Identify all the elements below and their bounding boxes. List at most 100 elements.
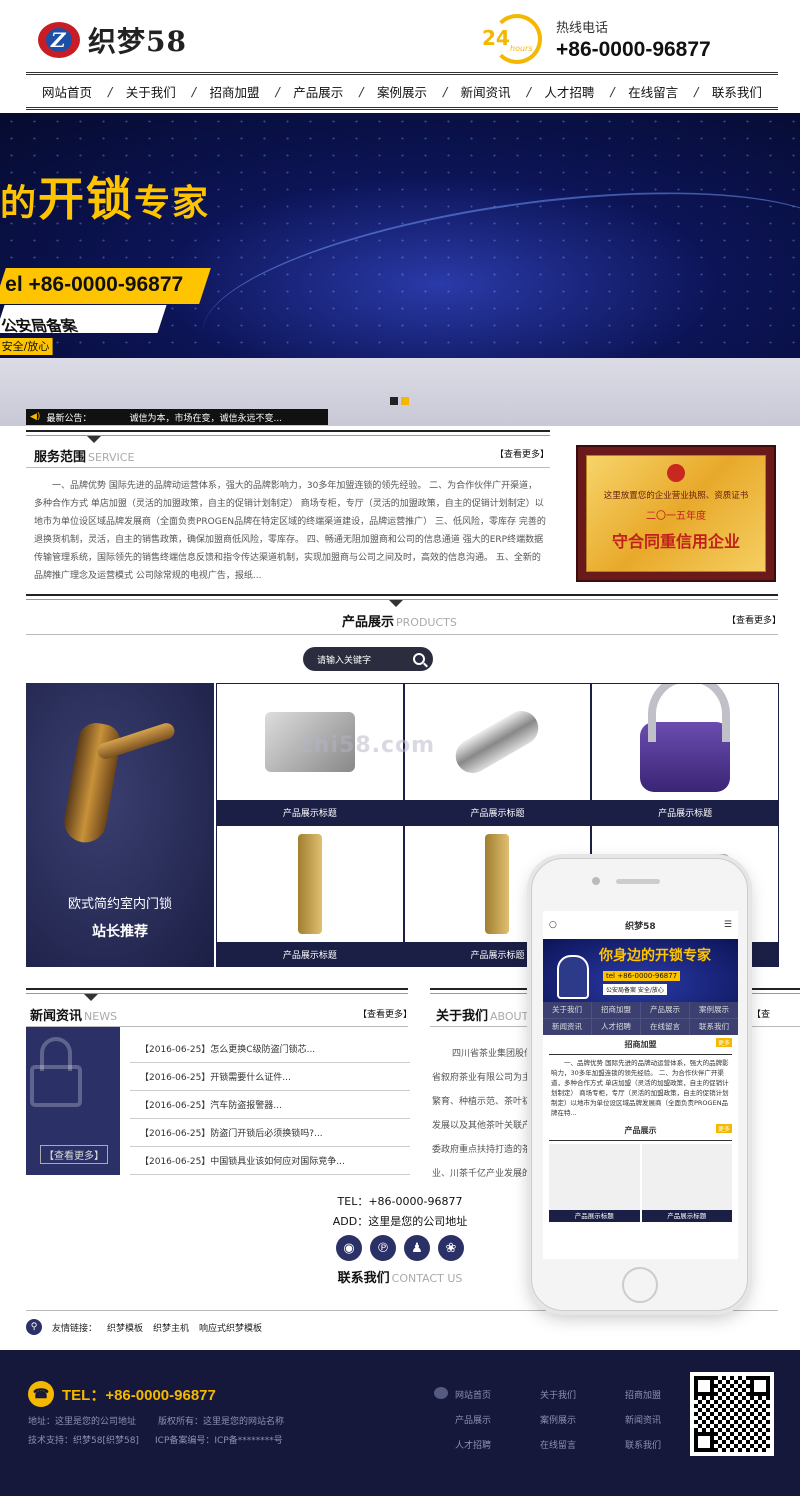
notice-text[interactable]: 诚信为本，市场在变，诚信永远不变... bbox=[129, 411, 282, 424]
link-icon: ⚲ bbox=[26, 1319, 42, 1335]
friend-link[interactable]: 织梦模板 bbox=[107, 1321, 143, 1334]
mobile-nav-item[interactable]: 招商加盟 bbox=[592, 1002, 640, 1018]
home-button[interactable] bbox=[622, 1267, 658, 1303]
news-item[interactable]: 【2016-06-25】汽车防盗报警器... bbox=[130, 1091, 410, 1119]
slider-dot[interactable] bbox=[390, 397, 398, 405]
footer-link[interactable]: 在线留言 bbox=[518, 1438, 603, 1451]
hotline-label: 热线电话 bbox=[556, 20, 609, 36]
news-item[interactable]: 【2016-06-25】防盗门开锁后必须换锁吗?... bbox=[130, 1119, 410, 1147]
mobile-nav-item[interactable]: 在线留言 bbox=[641, 1019, 689, 1035]
contact-block: TEL：+86-0000-96877 ADD：这里是您的公司地址 ◉ ℗ ♟ ❀… bbox=[300, 1193, 500, 1286]
nav-news[interactable]: 新闻资讯 / bbox=[461, 82, 531, 101]
nav-franchise[interactable]: 招商加盟 / bbox=[209, 82, 279, 101]
footer-address: 地址：这里是您的公司地址 bbox=[28, 1417, 137, 1427]
phone-icon: ☎ bbox=[28, 1381, 54, 1407]
featured-title: 欧式简约室内门锁 bbox=[67, 897, 172, 912]
footer-link[interactable]: 新闻资讯 bbox=[603, 1413, 688, 1426]
friend-link[interactable]: 织梦主机 bbox=[153, 1321, 189, 1334]
mobile-nav-item[interactable]: 产品展示 bbox=[641, 1002, 689, 1018]
mobile-product-card[interactable]: 产品展示标题 bbox=[549, 1144, 640, 1222]
news-side-more[interactable]: 【查看更多】 bbox=[40, 1145, 108, 1164]
news-more-link[interactable]: 【查看更多】 bbox=[358, 1007, 412, 1020]
friend-link[interactable]: 响应式织梦模板 bbox=[199, 1321, 262, 1334]
service-more-link[interactable]: 【查看更多】 bbox=[495, 447, 549, 460]
nav-cases[interactable]: 案例展示 / bbox=[377, 82, 447, 101]
footer-tech: 技术支持：织梦58[织梦58] bbox=[28, 1436, 139, 1446]
slider-dots bbox=[390, 397, 409, 405]
clock-24h-icon: 24 hours bbox=[482, 10, 548, 68]
product-search[interactable]: 请输入关键字 bbox=[303, 647, 433, 671]
contact-tel: TEL：+86-0000-96877 bbox=[337, 1195, 463, 1208]
weibo-icon[interactable]: ◉ bbox=[336, 1235, 362, 1261]
product-image bbox=[297, 834, 322, 934]
search-input[interactable]: 请输入关键字 bbox=[317, 653, 371, 666]
mobile-product-card[interactable]: 产品展示标题 bbox=[641, 1144, 732, 1222]
products-heading: 产品展示 PRODUCTS bbox=[342, 615, 457, 630]
camera-icon bbox=[592, 877, 600, 885]
mobile-nav-item[interactable]: 新闻资讯 bbox=[543, 1019, 591, 1035]
footer-link[interactable]: 联系我们 bbox=[603, 1438, 688, 1451]
divider bbox=[26, 634, 778, 635]
logo-text: 织梦58 bbox=[88, 25, 187, 58]
product-card[interactable]: 产品展示标题 bbox=[217, 826, 403, 966]
watermark: zhi58.com bbox=[300, 733, 436, 758]
footer-copyright: 版权所有：这里是您的网站名称 bbox=[158, 1417, 285, 1427]
news-item[interactable]: 【2016-06-25】开锁需要什么证件... bbox=[130, 1063, 410, 1091]
mobile-nav-item[interactable]: 案例展示 bbox=[690, 1002, 738, 1018]
mobile-nav-item[interactable]: 关于我们 bbox=[543, 1002, 591, 1018]
footer-link[interactable]: 招商加盟 bbox=[603, 1388, 688, 1401]
main-nav: 网站首页 / 关于我们 / 招商加盟 / 产品展示 / 案例展示 / 新闻资讯 / 人才招聘… bbox=[26, 72, 778, 110]
footer: ☎ TEL：+86-0000-96877 地址：这里是您的公司地址 版权所有：这… bbox=[0, 1350, 800, 1496]
qr-code-image bbox=[690, 1372, 774, 1456]
logo[interactable]: Z 织梦58 bbox=[38, 20, 187, 60]
service-heading: 服务范围 SERVICE bbox=[34, 450, 135, 465]
footer-link[interactable]: 关于我们 bbox=[518, 1388, 603, 1401]
emblem-icon bbox=[667, 464, 685, 482]
qq-icon[interactable]: ♟ bbox=[404, 1235, 430, 1261]
mobile-nav-item[interactable]: 联系我们 bbox=[690, 1019, 738, 1035]
about-more-link[interactable]: 【查 bbox=[752, 1007, 770, 1020]
footer-link[interactable]: 产品展示 bbox=[433, 1413, 518, 1426]
pinterest-icon[interactable]: ℗ bbox=[370, 1235, 396, 1261]
mobile-preview: ○ 织梦58 ☰ 你身边的开锁专家 tel +86-0000-96877 公安局… bbox=[531, 858, 748, 1311]
hotline-number: +86-0000-96877 bbox=[556, 37, 711, 61]
divider bbox=[26, 467, 550, 468]
mobile-search-icon[interactable]: ○ bbox=[549, 920, 557, 930]
product-card[interactable]: 产品展示标题 bbox=[592, 684, 778, 824]
hero-banner[interactable]: 的开锁专家 el +86-0000-96877 公安局备案 安全/放心 bbox=[0, 113, 800, 358]
home-icon bbox=[434, 1387, 448, 1399]
section-marker-icon bbox=[84, 994, 98, 1001]
mobile-nav-item[interactable]: 人才招聘 bbox=[592, 1019, 640, 1035]
nav-products[interactable]: 产品展示 / bbox=[293, 82, 363, 101]
section-rule bbox=[26, 430, 550, 436]
nav-message[interactable]: 在线留言 / bbox=[628, 82, 698, 101]
footer-link[interactable]: 人才招聘 bbox=[433, 1438, 518, 1451]
nav-jobs[interactable]: 人才招聘 / bbox=[544, 82, 614, 101]
nav-about[interactable]: 关于我们 / bbox=[126, 82, 196, 101]
banner-badge: 公安局备案 安全/放心 bbox=[0, 305, 167, 355]
mobile-screen: ○ 织梦58 ☰ 你身边的开锁专家 tel +86-0000-96877 公安局… bbox=[543, 911, 738, 1259]
mobile-text: 一、品牌优势 国际先进的品牌动运营体系，强大的品牌影响力，30多年加盟连锁的领先… bbox=[551, 1059, 729, 1117]
notice-bar: ◀) 最新公告： 诚信为本，市场在变，诚信永远不变... bbox=[26, 409, 328, 425]
contact-address: ADD：这里是您的公司地址 bbox=[332, 1215, 468, 1228]
mobile-menu-icon[interactable]: ☰ bbox=[724, 920, 732, 930]
baidu-icon[interactable]: ❀ bbox=[438, 1235, 464, 1261]
footer-phone: ☎ TEL：+86-0000-96877 bbox=[28, 1381, 216, 1407]
banner-phone: el +86-0000-96877 bbox=[0, 268, 211, 304]
section-marker-icon bbox=[389, 600, 403, 607]
nav-contact[interactable]: 联系我们 bbox=[712, 82, 762, 101]
featured-product[interactable]: 欧式简约室内门锁 站长推荐 bbox=[26, 683, 214, 967]
footer-link[interactable]: 案例展示 bbox=[518, 1413, 603, 1426]
search-icon[interactable] bbox=[413, 653, 425, 665]
nav-home[interactable]: 网站首页 / bbox=[42, 82, 112, 101]
notice-label: 最新公告： bbox=[46, 413, 92, 424]
logo-mark-icon: Z bbox=[38, 22, 80, 58]
slider-dot-active[interactable] bbox=[401, 397, 409, 405]
links-label: 友情链接： bbox=[52, 1323, 98, 1334]
products-more-link[interactable]: 【查看更多】 bbox=[727, 613, 781, 626]
news-item[interactable]: 【2016-06-25】中国锁具业该如何应对国际竞争... bbox=[130, 1147, 410, 1175]
mobile-section-heading: 招商加盟 更多 bbox=[549, 1035, 732, 1055]
certificate-image: 这里放置您的企业营业执照、资质证书 二〇一五年度 守合同重信用企业 bbox=[576, 445, 776, 582]
news-item[interactable]: 【2016-06-25】怎么更换C级防盗门锁芯... bbox=[130, 1035, 410, 1063]
product-image bbox=[485, 834, 510, 934]
